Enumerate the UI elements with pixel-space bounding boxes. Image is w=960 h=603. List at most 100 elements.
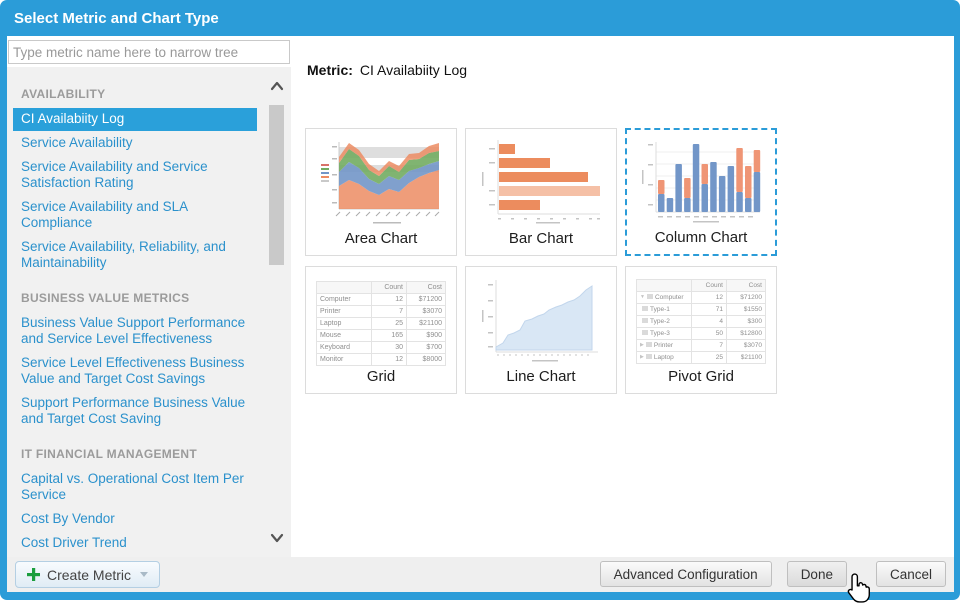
tree-item[interactable]: Business Value Support Performance and S… xyxy=(13,312,257,351)
dialog-content: AVAILABILITYCI Availabiity LogService Av… xyxy=(7,36,954,592)
mini-table-cell: Type-2 xyxy=(637,316,692,328)
metric-tree: AVAILABILITYCI Availabiity LogService Av… xyxy=(13,87,257,557)
mini-table-cell: $12800 xyxy=(727,328,766,340)
tile-label: Line Chart xyxy=(466,368,616,385)
mini-table-cell: 12 xyxy=(692,292,727,304)
tree-item[interactable]: CI Availabiity Log xyxy=(13,108,257,131)
mini-table-cell: $21100 xyxy=(727,352,766,364)
mini-table-cell: $3070 xyxy=(727,340,766,352)
mini-table-header: Count xyxy=(372,282,407,294)
mini-table-row: ▶Laptop25$21100 xyxy=(637,352,766,364)
scroll-up-icon[interactable] xyxy=(268,79,286,95)
mini-table-cell: $3070 xyxy=(407,306,446,318)
scrollbar-thumb[interactable] xyxy=(269,105,284,265)
tree-item[interactable]: Service Availability, Reliability, and M… xyxy=(13,236,257,275)
tree-section-header: AVAILABILITY xyxy=(13,87,257,108)
tile-column-chart[interactable]: Column Chart xyxy=(625,128,777,256)
done-button[interactable]: Done xyxy=(787,561,847,587)
tree-item[interactable]: Service Level Effectiveness Business Val… xyxy=(13,352,257,391)
tile-bar-chart[interactable]: Bar Chart xyxy=(465,128,617,256)
folder-icon xyxy=(642,318,648,323)
tree-item[interactable]: Support Performance Business Value and T… xyxy=(13,392,257,431)
search-input[interactable] xyxy=(8,40,290,64)
mini-table-row: ▼Computer12$71200 xyxy=(637,292,766,304)
mini-table-cell: $300 xyxy=(727,316,766,328)
tile-label: Grid xyxy=(306,368,456,385)
tile-line-chart[interactable]: Line Chart xyxy=(465,266,617,394)
mini-table-header: Count xyxy=(692,280,727,292)
mini-table-cell: Type-3 xyxy=(637,328,692,340)
mini-table-row: Type-171$1550 xyxy=(637,304,766,316)
tile-label: Area Chart xyxy=(306,230,456,247)
tile-pivot-grid[interactable]: CountCost▼Computer12$71200Type-171$1550T… xyxy=(625,266,777,394)
tree-item[interactable]: Capital vs. Operational Cost Item Per Se… xyxy=(13,468,257,507)
tile-grid[interactable]: CountCostComputer12$71200Printer7$3070La… xyxy=(305,266,457,394)
scroll-down-icon[interactable] xyxy=(268,531,286,547)
mini-table-cell: Computer xyxy=(317,294,372,306)
mini-table-cell: Mouse xyxy=(317,330,372,342)
mini-table-cell: Laptop xyxy=(317,318,372,330)
cancel-button[interactable]: Cancel xyxy=(876,561,946,587)
tree-item[interactable]: Service Availability and SLA Compliance xyxy=(13,196,257,235)
expand-toggle-icon: ▶ xyxy=(640,342,644,348)
mini-table-row: Laptop25$21100 xyxy=(317,318,446,330)
metric-tree-panel: AVAILABILITYCI Availabiity LogService Av… xyxy=(7,67,291,557)
tree-item[interactable]: Service Availability xyxy=(13,132,257,155)
mini-table-row: Mouse165$900 xyxy=(317,330,446,342)
tree-item[interactable]: Cost Driver Trend xyxy=(13,532,257,555)
mini-table-cell: Keyboard xyxy=(317,342,372,354)
tile-area-chart[interactable]: Area Chart xyxy=(305,128,457,256)
mini-table-cell: 7 xyxy=(692,340,727,352)
folder-icon xyxy=(646,342,652,347)
folder-icon xyxy=(642,306,648,311)
tile-label: Column Chart xyxy=(627,229,775,246)
mini-table-cell: $8000 xyxy=(407,354,446,366)
mini-table-row: Keyboard30$700 xyxy=(317,342,446,354)
tree-item[interactable]: Service Availability and Service Satisfa… xyxy=(13,156,257,195)
tile-label: Pivot Grid xyxy=(626,368,776,385)
chart-type-panel: Metric: CI Availabiity Log xyxy=(291,36,954,557)
mini-table-cell: 7 xyxy=(372,306,407,318)
mini-table-header xyxy=(637,280,692,292)
plus-icon xyxy=(27,568,40,581)
column-chart-thumbnail xyxy=(638,134,764,230)
mini-table-cell: 12 xyxy=(372,354,407,366)
dialog-footer: Create Metric Advanced Configuration Don… xyxy=(7,557,954,592)
folder-icon xyxy=(647,294,653,299)
create-metric-button[interactable]: Create Metric xyxy=(15,561,160,588)
metric-value: CI Availabiity Log xyxy=(360,62,467,78)
tree-item[interactable]: Cost By Vendor xyxy=(13,508,257,531)
area-chart-thumbnail xyxy=(318,134,444,230)
chart-type-tiles: Area Chart xyxy=(305,128,777,394)
line-chart-thumbnail xyxy=(478,272,604,368)
expand-toggle-icon: ▶ xyxy=(640,354,644,360)
expand-toggle-icon: ▼ xyxy=(640,294,645,300)
bar-chart-thumbnail xyxy=(478,134,604,230)
mini-table-row: Type-24$300 xyxy=(637,316,766,328)
mini-table-cell: 25 xyxy=(372,318,407,330)
mini-table-cell: 165 xyxy=(372,330,407,342)
grid-thumbnail-table: CountCostComputer12$71200Printer7$3070La… xyxy=(316,281,446,366)
mini-table-header: Cost xyxy=(407,282,446,294)
advanced-configuration-button[interactable]: Advanced Configuration xyxy=(600,561,772,587)
mini-table-cell: Monitor xyxy=(317,354,372,366)
mini-table-row: Type-350$12800 xyxy=(637,328,766,340)
mini-table-row: Monitor12$8000 xyxy=(317,354,446,366)
mini-table-cell: $900 xyxy=(407,330,446,342)
folder-icon xyxy=(642,330,648,335)
tree-scrollbar[interactable] xyxy=(266,75,288,551)
tree-section-header: BUSINESS VALUE METRICS xyxy=(13,291,257,312)
mini-table-cell: 50 xyxy=(692,328,727,340)
mini-table-cell: ▶Printer xyxy=(637,340,692,352)
mini-table-cell: $71200 xyxy=(727,292,766,304)
mini-table-cell: 4 xyxy=(692,316,727,328)
metric-label: Metric: xyxy=(307,62,353,78)
pivot-thumbnail-table: CountCost▼Computer12$71200Type-171$1550T… xyxy=(636,279,766,364)
dialog-title: Select Metric and Chart Type xyxy=(0,0,960,36)
tile-label: Bar Chart xyxy=(466,230,616,247)
mini-table-cell: $21100 xyxy=(407,318,446,330)
mini-table-cell: $1550 xyxy=(727,304,766,316)
mini-table-cell: Type-1 xyxy=(637,304,692,316)
mini-table-header xyxy=(317,282,372,294)
mini-table-cell: ▼Computer xyxy=(637,292,692,304)
